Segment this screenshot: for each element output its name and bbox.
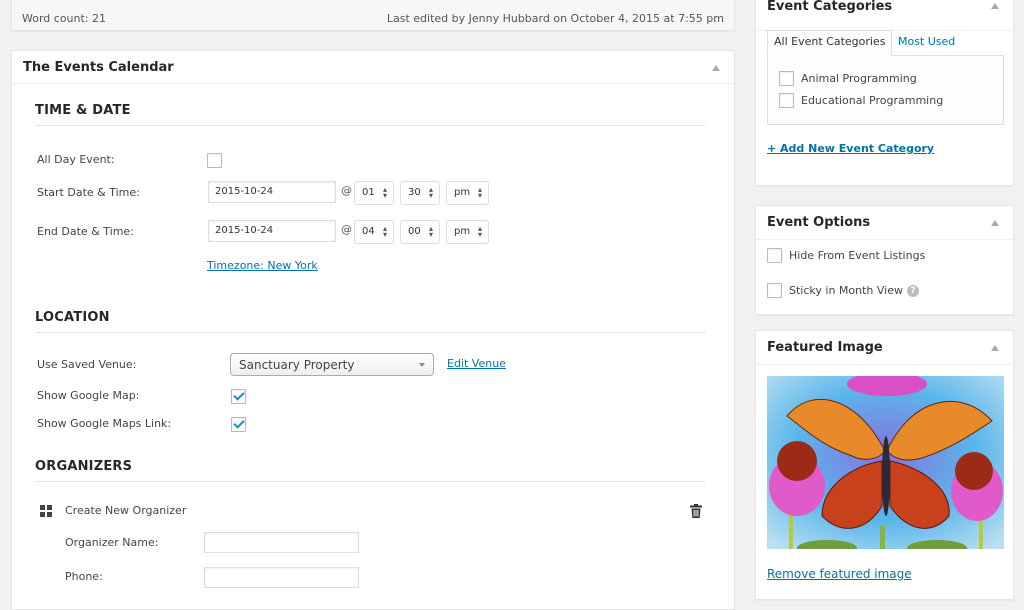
start-meridian-select[interactable]: pm ▴ ▾: [446, 181, 489, 205]
drag-handle-icon[interactable]: [40, 505, 52, 517]
end-minute-select[interactable]: 00 ▴ ▾: [400, 220, 440, 244]
end-meridian-select[interactable]: pm ▴ ▾: [446, 220, 489, 244]
trash-icon[interactable]: [690, 504, 702, 518]
all-day-label: All Day Event:: [37, 153, 115, 166]
category-checkbox[interactable]: [779, 93, 794, 108]
start-date-input[interactable]: 2015-10-24: [208, 181, 336, 203]
end-hour-value: 04: [362, 226, 375, 237]
phone-input[interactable]: [204, 567, 359, 588]
organizer-name-input[interactable]: [204, 532, 359, 553]
category-label: Educational Programming: [801, 94, 944, 107]
time-date-heading: TIME & DATE: [35, 103, 131, 118]
end-meridian-value: pm: [454, 226, 471, 237]
organizers-heading: ORGANIZERS: [35, 459, 133, 474]
word-count: Word count: 21: [22, 12, 107, 25]
start-minute-select[interactable]: 30 ▴ ▾: [400, 181, 440, 205]
tab-most-used[interactable]: Most Used: [898, 35, 955, 48]
show-map-link-checkbox[interactable]: [231, 417, 246, 432]
help-icon[interactable]: ?: [907, 284, 919, 297]
end-date-input[interactable]: 2015-10-24: [208, 220, 336, 242]
option-label: Hide From Event Listings: [789, 249, 926, 262]
show-map-label: Show Google Map:: [37, 389, 140, 402]
divider: [35, 332, 706, 333]
metabox-header[interactable]: The Events Calendar: [12, 51, 734, 84]
select-arrows-icon: ▴ ▾: [382, 185, 387, 200]
category-item[interactable]: Educational Programming: [779, 93, 943, 108]
timezone-link[interactable]: Timezone: New York: [207, 259, 318, 272]
select-arrows-icon: ▴ ▾: [477, 224, 482, 239]
option-label: Sticky in Month View: [789, 284, 903, 297]
phone-label: Phone:: [65, 570, 103, 583]
sticky-month-view-checkbox[interactable]: [767, 283, 782, 298]
venue-label: Use Saved Venue:: [37, 358, 137, 371]
select-arrows-icon: ▴ ▾: [477, 185, 482, 200]
at-symbol: @: [341, 184, 352, 197]
all-day-checkbox[interactable]: [207, 153, 222, 168]
select-arrows-icon: ▴ ▾: [428, 185, 433, 200]
remove-featured-image-link[interactable]: Remove featured image: [767, 567, 912, 581]
collapse-toggle-icon[interactable]: [991, 3, 999, 9]
hide-from-listings-option[interactable]: Hide From Event Listings: [767, 248, 925, 263]
events-calendar-metabox: The Events Calendar TIME & DATE All Day …: [11, 50, 735, 610]
last-edited: Last edited by Jenny Hubbard on October …: [386, 12, 724, 25]
featured-image-thumbnail[interactable]: [767, 376, 1004, 549]
divider: [756, 364, 1013, 365]
category-label: Animal Programming: [801, 72, 917, 85]
end-datetime-label: End Date & Time:: [37, 225, 134, 238]
collapse-toggle-icon[interactable]: [991, 220, 999, 226]
hide-from-listings-checkbox[interactable]: [767, 248, 782, 263]
metabox-title: Featured Image: [767, 340, 883, 355]
category-checkbox[interactable]: [779, 71, 794, 86]
select-arrows-icon: ▴ ▾: [428, 224, 433, 239]
chevron-down-icon: [419, 363, 425, 367]
sticky-month-view-option[interactable]: Sticky in Month View?: [767, 283, 919, 298]
organizer-name-label: Organizer Name:: [65, 536, 159, 549]
featured-image-metabox: Featured Image Remove featured image: [755, 330, 1014, 600]
at-symbol: @: [341, 223, 352, 236]
event-options-metabox: Event Options Hide From Event Listings S…: [755, 205, 1014, 315]
metabox-title: Event Options: [767, 215, 871, 230]
category-item[interactable]: Animal Programming: [779, 71, 917, 86]
event-categories-metabox: Event Categories All Event Categories Mo…: [755, 0, 1014, 186]
divider: [756, 239, 1013, 240]
venue-value: Sanctuary Property: [239, 358, 355, 372]
end-minute-value: 00: [408, 226, 421, 237]
create-organizer-label: Create New Organizer: [65, 504, 187, 517]
metabox-title: The Events Calendar: [23, 60, 174, 75]
end-hour-select[interactable]: 04 ▴ ▾: [354, 220, 394, 244]
venue-select[interactable]: Sanctuary Property: [230, 353, 434, 376]
edit-venue-link[interactable]: Edit Venue: [447, 357, 506, 370]
start-datetime-label: Start Date & Time:: [37, 186, 140, 199]
divider: [35, 481, 706, 482]
start-hour-value: 01: [362, 187, 375, 198]
show-map-link-label: Show Google Maps Link:: [37, 417, 172, 430]
start-hour-select[interactable]: 01 ▴ ▾: [354, 181, 394, 205]
editor-status-bar: Word count: 21 Last edited by Jenny Hubb…: [11, 0, 735, 31]
category-checklist: Animal Programming Educational Programmi…: [767, 55, 1004, 125]
add-new-category-link[interactable]: + Add New Event Category: [767, 142, 934, 155]
collapse-toggle-icon[interactable]: [991, 345, 999, 351]
location-heading: LOCATION: [35, 310, 110, 325]
tab-all-event-categories[interactable]: All Event Categories: [767, 30, 893, 56]
metabox-title: Event Categories: [767, 0, 893, 14]
start-minute-value: 30: [408, 187, 421, 198]
featured-image-illustration: [767, 376, 1004, 549]
collapse-toggle-icon[interactable]: [712, 65, 720, 71]
show-map-checkbox[interactable]: [231, 389, 246, 404]
select-arrows-icon: ▴ ▾: [382, 224, 387, 239]
divider: [35, 125, 706, 126]
start-meridian-value: pm: [454, 187, 471, 198]
